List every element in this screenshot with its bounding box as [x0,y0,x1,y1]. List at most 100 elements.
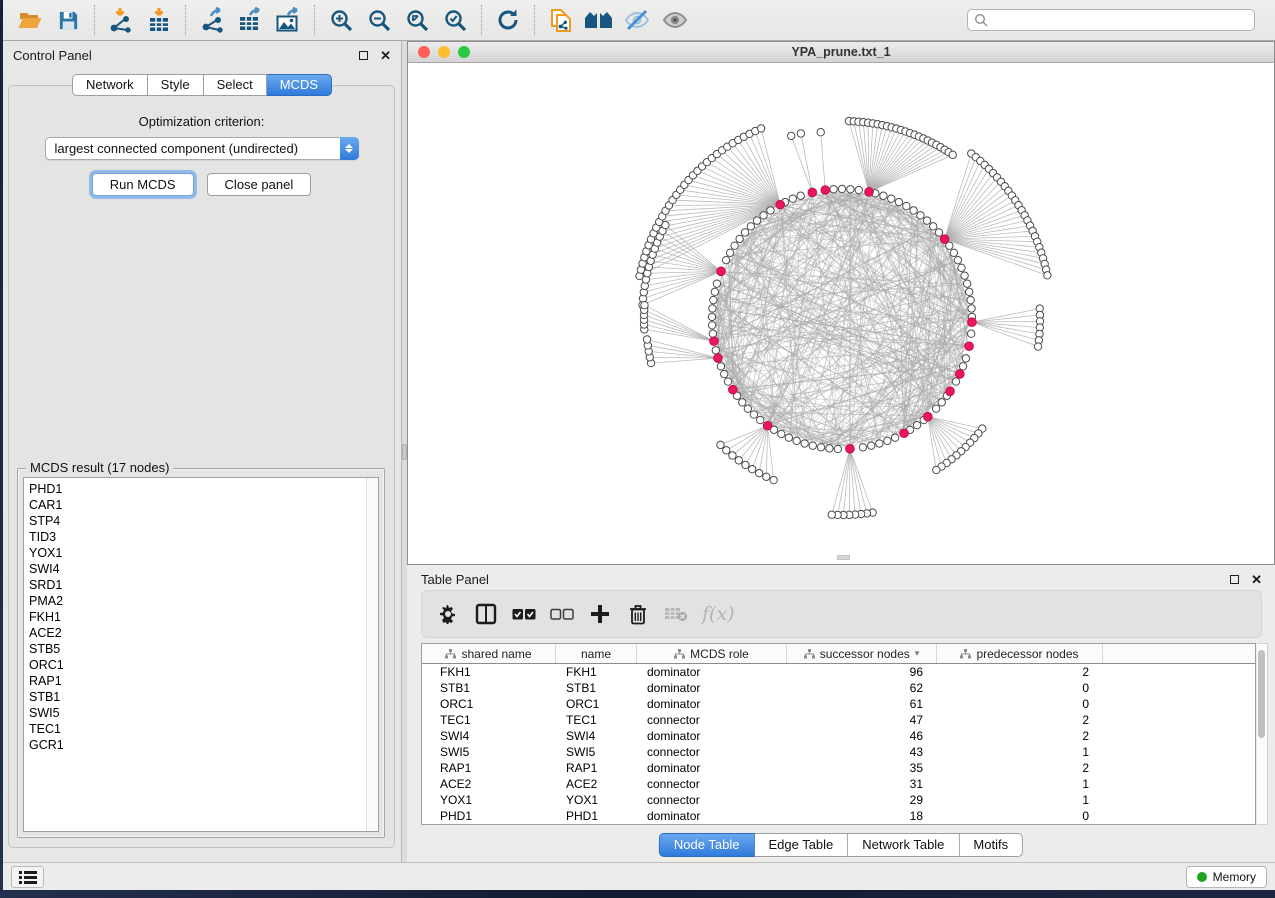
result-node-item[interactable]: TEC1 [24,721,365,737]
select-all-rows-button[interactable] [512,600,536,628]
graph-selected-hub-node[interactable] [900,429,909,438]
graph-selected-hub-node[interactable] [846,444,855,453]
first-neighbors-button[interactable] [580,4,618,36]
network-window-titlebar[interactable]: YPA_prune.txt_1 [408,42,1274,63]
graph-selected-hub-node[interactable] [710,337,719,346]
graph-selected-hub-node[interactable] [763,421,772,430]
graph-node[interactable] [717,363,724,370]
network-horizontal-scrollbar[interactable] [837,555,850,560]
close-panel-button[interactable]: Close panel [207,173,312,196]
table-row[interactable]: ACE2ACE2connector311 [422,776,1255,792]
graph-leaf-node[interactable] [933,466,940,473]
graph-selected-hub-node[interactable] [965,342,974,351]
column-header-MCDS-role[interactable]: MCDS role [637,644,787,663]
graph-leaf-node[interactable] [757,125,764,132]
memory-button[interactable]: Memory [1186,866,1267,888]
import-network-button[interactable] [102,4,140,36]
result-node-item[interactable]: SWI4 [24,561,365,577]
graph-leaf-node[interactable] [770,476,777,483]
zoom-in-button[interactable] [322,4,360,36]
cell-successor-nodes[interactable]: 35 [787,760,937,776]
graph-node[interactable] [855,186,862,193]
cell-MCDS-role[interactable]: dominator [637,696,787,712]
cell-successor-nodes[interactable]: 18 [787,808,937,824]
graph-selected-hub-node[interactable] [865,188,874,197]
zoom-fit-button[interactable] [398,4,436,36]
graph-node[interactable] [713,280,720,287]
graph-node[interactable] [724,378,731,385]
cell-successor-nodes[interactable]: 31 [787,776,937,792]
graph-node[interactable] [726,249,733,256]
graph-node[interactable] [830,186,837,193]
graph-node[interactable] [710,296,717,303]
table-row[interactable]: STB1STB1dominator620 [422,680,1255,696]
cell-MCDS-role[interactable]: connector [637,712,787,728]
export-image-button[interactable] [269,4,307,36]
cell-shared-name[interactable]: RAP1 [422,760,556,776]
close-table-panel-icon[interactable]: ✕ [1251,575,1262,584]
refresh-button[interactable] [489,4,527,36]
cell-MCDS-role[interactable]: dominator [637,808,787,824]
graph-node[interactable] [834,445,841,452]
graph-node[interactable] [838,185,845,192]
deselect-all-rows-button[interactable] [550,600,574,628]
graph-node[interactable] [868,442,875,449]
tab-node-table[interactable]: Node Table [659,833,755,857]
graph-node[interactable] [817,444,824,451]
cell-successor-nodes[interactable]: 29 [787,792,937,808]
save-session-button[interactable] [49,4,87,36]
graph-node[interactable] [741,229,748,236]
graph-node[interactable] [757,416,764,423]
cell-successor-nodes[interactable]: 47 [787,712,937,728]
graph-leaf-node[interactable] [797,130,804,137]
tab-motifs[interactable]: Motifs [959,833,1023,857]
graph-selected-hub-node[interactable] [717,267,726,276]
result-node-item[interactable]: GCR1 [24,737,365,753]
cell-shared-name[interactable]: SWI4 [422,728,556,744]
result-node-item[interactable]: SRD1 [24,577,365,593]
graph-node[interactable] [826,445,833,452]
graph-node[interactable] [938,399,945,406]
graph-selected-hub-node[interactable] [946,387,955,396]
graph-node[interactable] [785,434,792,441]
graph-node[interactable] [965,288,972,295]
cell-MCDS-role[interactable]: dominator [637,760,787,776]
table-row[interactable]: FKH1FKH1dominator962 [422,664,1255,680]
result-node-item[interactable]: FKH1 [24,609,365,625]
column-header-predecessor-nodes[interactable]: predecessor nodes [937,644,1103,663]
cell-name[interactable]: SWI5 [556,744,637,760]
result-node-item[interactable]: SWI5 [24,705,365,721]
table-row[interactable]: YOX1YOX1connector291 [422,792,1255,808]
cell-shared-name[interactable]: ORC1 [422,696,556,712]
cell-predecessor-nodes[interactable]: 1 [937,792,1103,808]
table-row[interactable]: SWI4SWI4dominator462 [422,728,1255,744]
network-graph[interactable] [408,63,1274,564]
cell-name[interactable]: ORC1 [556,696,637,712]
tab-select[interactable]: Select [204,74,267,96]
float-table-panel-icon[interactable] [1230,575,1239,584]
import-table-button[interactable] [140,4,178,36]
graph-selected-hub-node[interactable] [808,188,817,197]
tab-edge-table[interactable]: Edge Table [754,833,848,857]
graph-node[interactable] [708,322,715,329]
graph-node[interactable] [880,192,887,199]
graph-leaf-node[interactable] [748,466,755,473]
result-node-item[interactable]: PMA2 [24,593,365,609]
cell-predecessor-nodes[interactable]: 2 [937,712,1103,728]
graph-node[interactable] [903,202,910,209]
result-list-scrollbar[interactable] [366,478,378,831]
graph-leaf-node[interactable] [828,511,835,518]
cell-name[interactable]: RAP1 [556,760,637,776]
cell-predecessor-nodes[interactable]: 0 [937,808,1103,824]
cell-shared-name[interactable]: FKH1 [422,664,556,680]
graph-leaf-node[interactable] [735,457,742,464]
result-node-item[interactable]: YOX1 [24,545,365,561]
graph-node[interactable] [753,217,760,224]
cell-name[interactable]: ACE2 [556,776,637,792]
cell-predecessor-nodes[interactable]: 2 [937,664,1103,680]
graph-selected-hub-node[interactable] [968,318,977,327]
graph-leaf-node[interactable] [717,441,724,448]
result-node-item[interactable]: STB5 [24,641,365,657]
cell-predecessor-nodes[interactable]: 0 [937,680,1103,696]
table-scrollbar-thumb[interactable] [1258,650,1265,738]
